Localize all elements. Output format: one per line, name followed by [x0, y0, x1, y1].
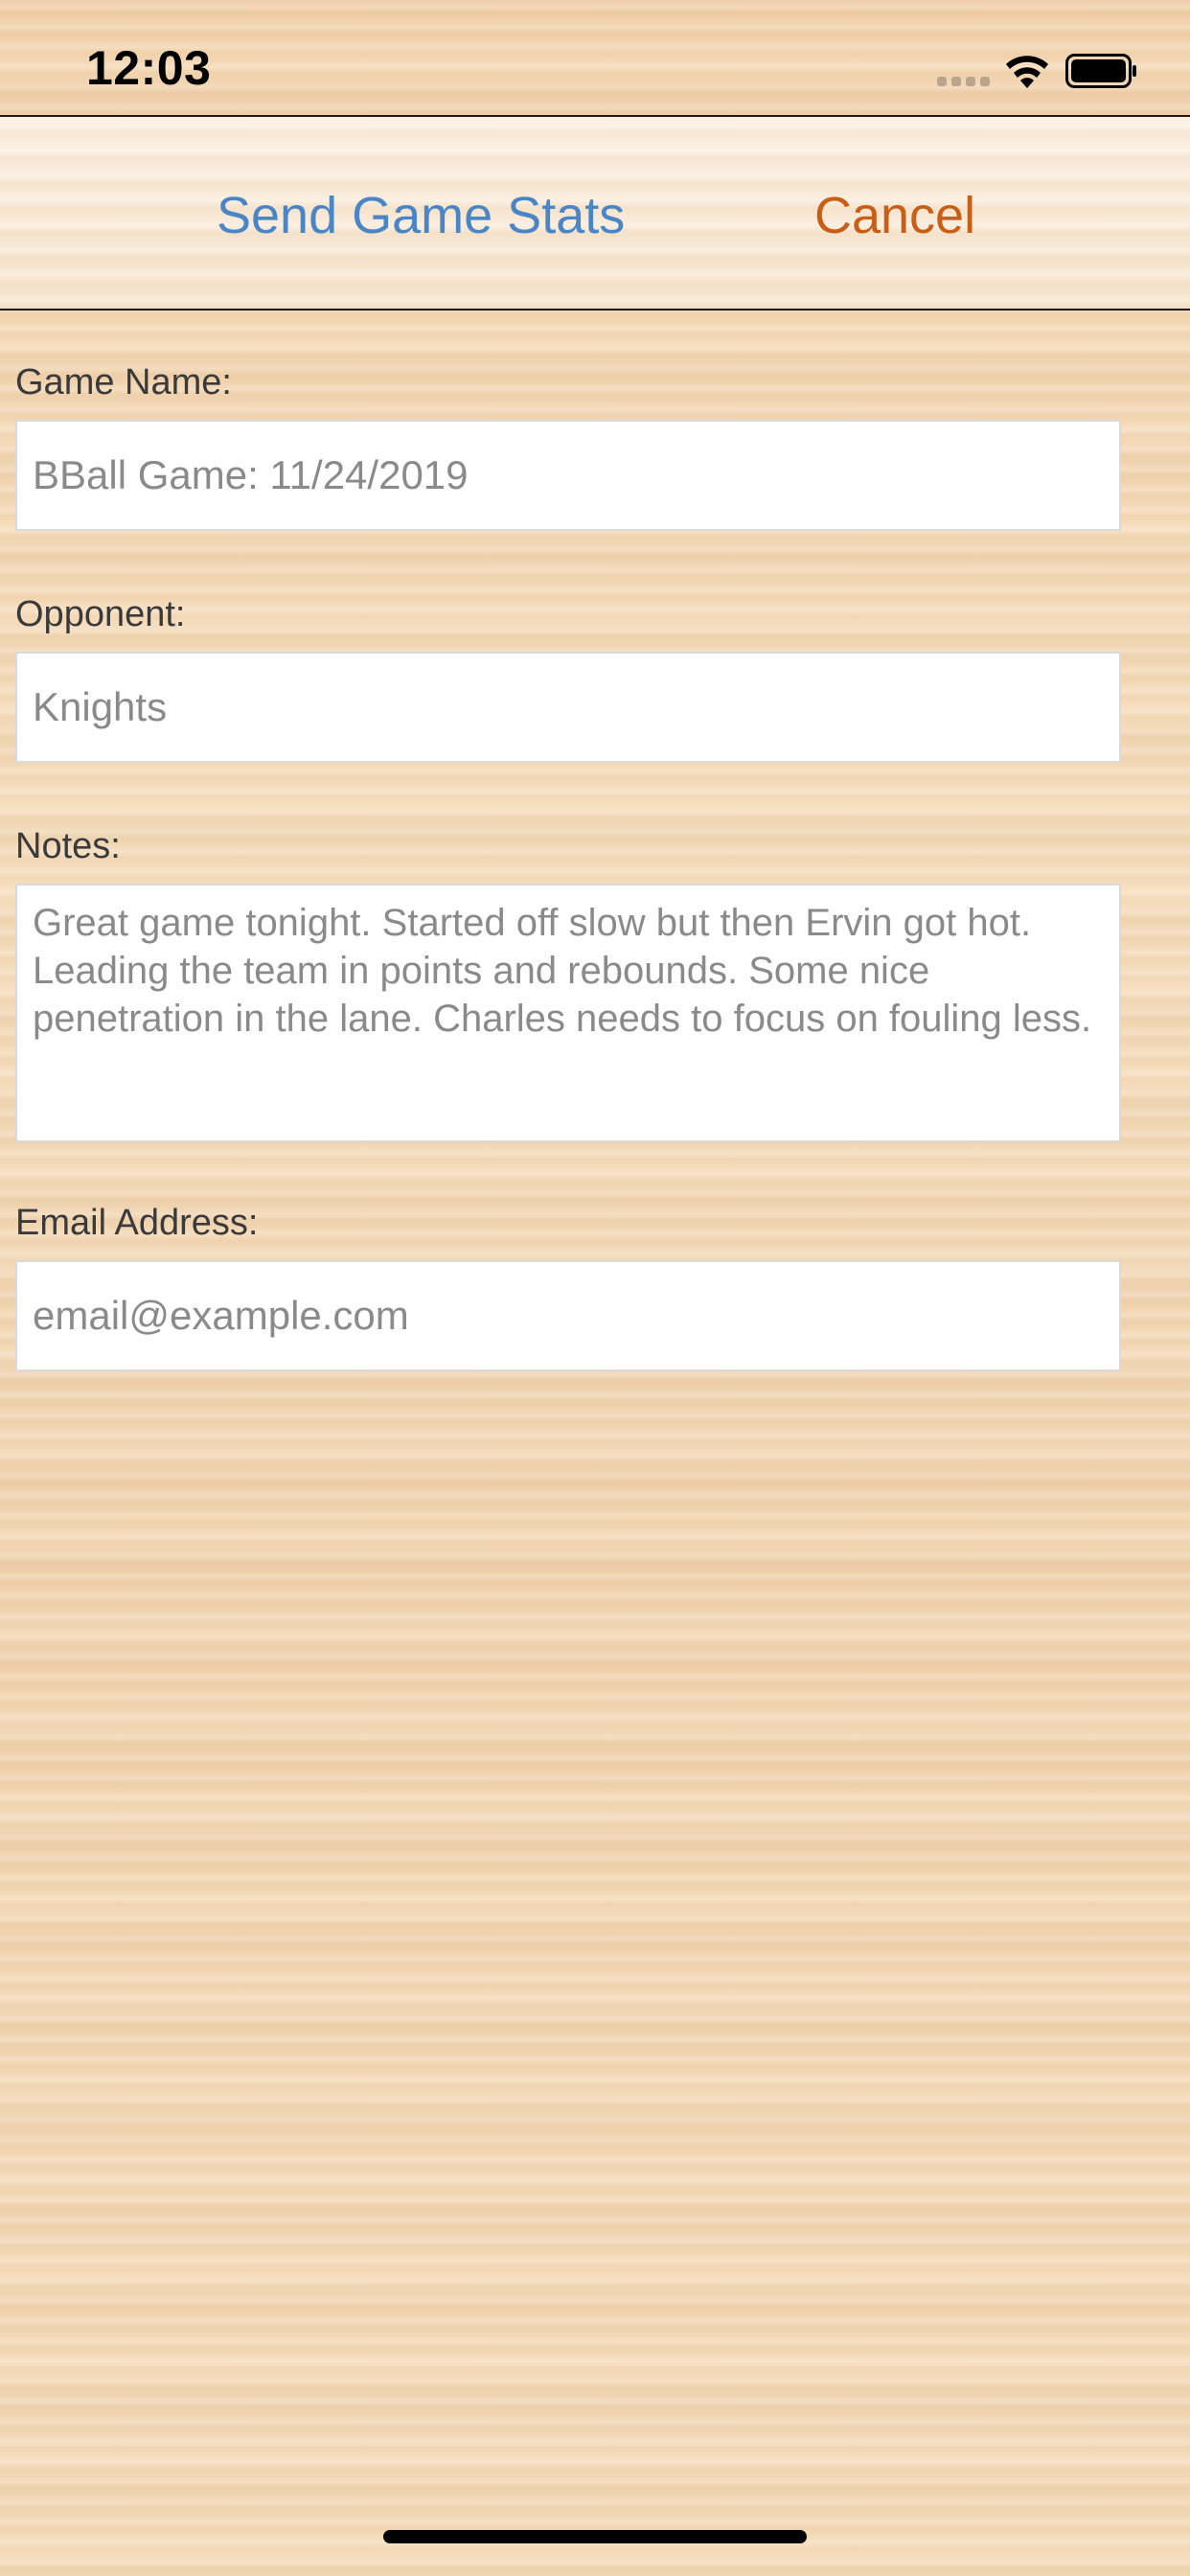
signal-icon	[937, 77, 991, 86]
status-time: 12:03	[86, 41, 212, 95]
send-game-stats-button[interactable]: Send Game Stats	[217, 186, 625, 245]
game-name-label: Game Name:	[15, 362, 232, 402]
game-name-field[interactable]: BBall Game: 11/24/2019	[15, 420, 1121, 531]
notes-textarea[interactable]: Great game tonight. Started off slow but…	[15, 884, 1121, 1142]
nav-bar: Send Game Stats Cancel	[0, 115, 1190, 310]
opponent-field[interactable]: Knights	[15, 652, 1121, 763]
opponent-label: Opponent:	[15, 594, 186, 634]
cancel-button[interactable]: Cancel	[814, 186, 975, 245]
notes-label: Notes:	[15, 826, 121, 866]
email-field[interactable]: email@example.com	[15, 1260, 1121, 1371]
status-bar: 12:03	[0, 0, 1190, 115]
email-label: Email Address:	[15, 1203, 259, 1243]
home-indicator[interactable]	[383, 2530, 807, 2543]
battery-icon	[1065, 54, 1136, 88]
wifi-icon	[1006, 56, 1048, 88]
